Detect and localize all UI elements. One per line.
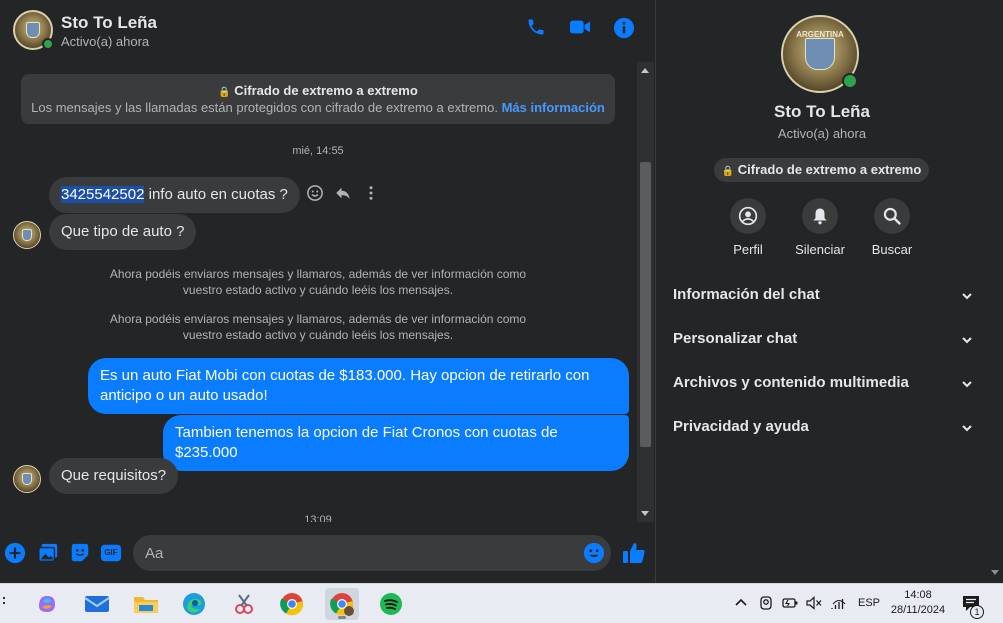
conversation-info-panel: ARGENTINA Sto To Leña Activo(a) ahora 🔒 … [657,0,1003,583]
chat-header: Sto To Leña Activo(a) ahora [0,0,656,62]
messenger-window: Sto To Leña Activo(a) ahora 🔒 Cifrado de… [0,0,1003,583]
profile-avatar[interactable]: ARGENTINA [781,15,859,93]
active-app-indicator [338,616,346,619]
reply-icon[interactable] [334,184,352,207]
more-info-link[interactable]: Más información [502,100,605,115]
section-privacy-help[interactable]: Privacidad y ayuda [673,408,973,448]
camera-privacy-icon[interactable] [758,595,774,614]
chrome-icon[interactable] [275,588,309,620]
section-chat-info[interactable]: Información del chat [673,276,973,316]
edge-browser-icon[interactable] [177,588,211,620]
system-message: Ahora podéis enviaros mensajes y llamaro… [109,267,527,297]
message-timestamp: mié, 14:55 [292,145,344,157]
avatar-crest [21,229,33,241]
sender-avatar[interactable] [13,465,41,493]
bell-icon [802,198,838,234]
gif-icon[interactable]: GIF [100,542,122,564]
encryption-notice: 🔒 Cifrado de extremo a extremo Los mensa… [21,74,615,124]
profile-status: Activo(a) ahora [777,126,867,141]
thumbs-up-icon[interactable] [622,541,646,570]
scroll-thumb[interactable] [640,162,651,447]
taskbar-edge-handle [3,594,5,608]
system-clock[interactable]: 14:08 28/11/2024 [882,588,954,618]
mail-icon[interactable] [80,588,114,620]
message-bubble-outgoing[interactable]: Es un auto Fiat Mobi con cuotas de $183.… [88,358,629,414]
more-options-icon[interactable] [362,184,380,207]
avatar-crest [805,37,835,71]
lock-icon: 🔒 [218,87,231,98]
windows-taskbar: ESP 14:08 28/11/2024 1 [0,583,1003,623]
avatar-crest [21,473,33,485]
battery-icon[interactable] [781,595,799,614]
selected-phone-number[interactable]: 3425542502 [61,186,145,203]
copilot-icon[interactable] [30,588,64,620]
chevron-down-icon [961,289,973,307]
sender-avatar[interactable] [13,221,41,249]
scroll-down-arrow[interactable] [641,511,649,516]
search-icon [874,198,910,234]
encryption-title: 🔒 Cifrado de extremo a extremo [218,83,418,98]
scroll-up-arrow[interactable] [641,68,649,73]
panel-scrollbar[interactable] [987,0,1003,583]
message-bubble-incoming[interactable]: 3425542502 info auto en cuotas ? [49,177,300,213]
show-hidden-icons-chevron-icon[interactable] [734,596,748,611]
message-bubble-incoming[interactable]: Que requisitos? [49,458,179,494]
chat-scrollbar[interactable] [637,62,654,522]
message-timestamp: 13:09 [304,514,332,522]
input-language-indicator[interactable]: ESP [858,597,880,609]
system-message: Ahora podéis enviaros mensajes y llamaro… [109,312,527,342]
message-bubble-incoming[interactable]: Que tipo de auto ? [49,214,197,250]
profile-button[interactable]: Perfil [718,198,778,257]
spotify-icon[interactable] [374,588,408,620]
chevron-down-icon [961,333,973,351]
encryption-badge[interactable]: 🔒 Cifrado de extremo a extremo [714,158,929,182]
mute-button[interactable]: Silenciar [790,198,850,257]
chat-pane: Sto To Leña Activo(a) ahora 🔒 Cifrado de… [0,0,656,583]
volume-muted-icon[interactable] [805,595,823,614]
profile-name: Sto To Leña [773,102,870,121]
section-customize-chat[interactable]: Personalizar chat [673,320,973,360]
chevron-down-icon [961,377,973,395]
snipping-tool-icon[interactable] [227,588,261,620]
phone-call-icon[interactable] [526,17,546,42]
contact-status: Activo(a) ahora [61,34,150,49]
plus-icon[interactable] [4,542,26,564]
search-button[interactable]: Buscar [862,198,922,257]
wifi-icon[interactable] [830,595,848,614]
encryption-description: Los mensajes y las llamadas están proteg… [31,100,605,115]
video-call-icon[interactable] [569,17,591,42]
contact-avatar[interactable] [13,10,54,50]
message-bubble-outgoing[interactable]: Tambien tenemos la opcion de Fiat Cronos… [163,415,629,471]
chevron-down-icon [961,421,973,439]
message-input[interactable] [133,535,611,571]
emoji-icon[interactable] [583,542,605,569]
react-emoji-icon[interactable] [306,184,324,207]
scroll-down-arrow[interactable] [991,570,999,575]
profile-icon [730,198,766,234]
sticker-icon[interactable] [69,542,91,564]
info-icon[interactable] [613,17,635,44]
file-explorer-icon[interactable] [129,588,163,620]
online-indicator [842,73,858,89]
chrome-profile-icon[interactable] [325,588,359,620]
notification-count-badge: 1 [970,605,984,619]
gif-label: GIF [104,548,118,557]
avatar-crest [25,22,41,38]
gallery-icon[interactable] [37,542,59,564]
online-indicator [42,38,54,50]
lock-icon: 🔒 [721,166,735,177]
section-media-files[interactable]: Archivos y contenido multimedia [673,364,973,404]
contact-name[interactable]: Sto To Leña [61,13,157,33]
